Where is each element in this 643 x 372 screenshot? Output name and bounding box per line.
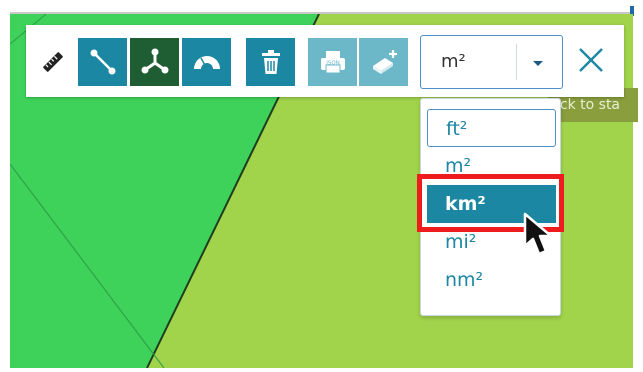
close-icon bbox=[577, 46, 605, 78]
ruler-button[interactable] bbox=[38, 38, 68, 86]
unit-option-ft2[interactable]: ft² bbox=[427, 109, 556, 147]
unit-select-divider bbox=[516, 44, 517, 80]
close-button[interactable] bbox=[571, 40, 611, 84]
measure-distance-button[interactable] bbox=[78, 38, 127, 86]
unit-option-nm2[interactable]: nm² bbox=[427, 261, 556, 299]
add-to-sheet-icon bbox=[369, 48, 399, 76]
export-json-icon: JSON bbox=[318, 48, 348, 76]
unit-select[interactable]: m² bbox=[420, 35, 563, 89]
export-json-button[interactable]: JSON bbox=[308, 38, 357, 86]
unit-select-value: m² bbox=[441, 51, 466, 72]
measure-area-icon bbox=[141, 48, 169, 76]
measure-line-icon bbox=[89, 48, 117, 76]
measure-area-button[interactable] bbox=[130, 38, 179, 86]
trash-icon bbox=[259, 48, 283, 76]
mouse-pointer-icon bbox=[522, 212, 562, 262]
add-to-sheet-button[interactable] bbox=[359, 38, 408, 86]
measure-angle-button[interactable] bbox=[182, 38, 231, 86]
chevron-down-icon[interactable] bbox=[529, 55, 547, 74]
delete-button[interactable] bbox=[246, 38, 295, 86]
measure-toolbar: JSON m² bbox=[26, 25, 624, 97]
ruler-icon bbox=[41, 50, 65, 74]
svg-text:JSON: JSON bbox=[325, 61, 340, 67]
measure-angle-icon bbox=[192, 49, 222, 75]
